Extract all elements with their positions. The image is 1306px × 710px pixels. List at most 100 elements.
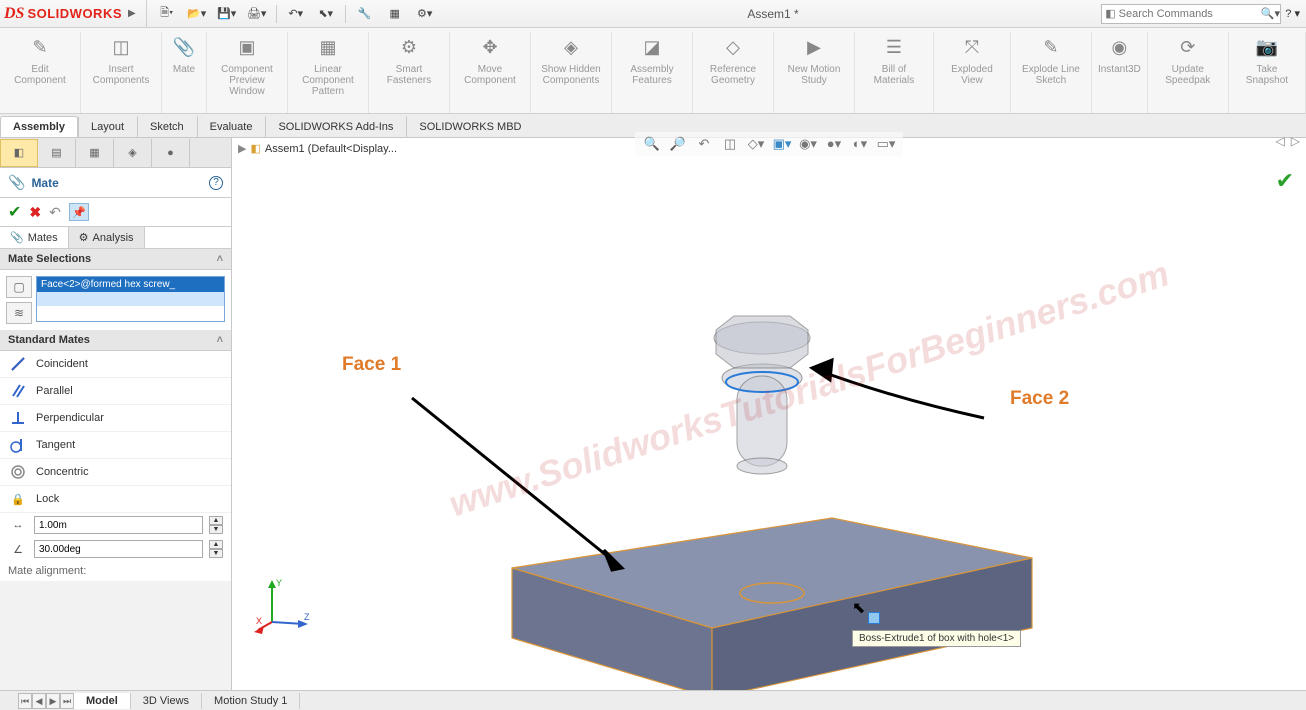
rebuild-button[interactable]: 🔧 [351,3,379,25]
app-name: SOLIDWORKS [27,6,122,21]
selection-list[interactable]: Face<2>@formed hex screw_ [36,276,225,322]
select-button[interactable]: ⬉▾ [312,3,340,25]
ribbon-edit-component[interactable]: ✎Edit Component [0,32,81,113]
bottom-tab-model[interactable]: Model [74,693,131,709]
ds-logo-icon: DS [4,5,24,23]
ribbon-instant3d[interactable]: ◉Instant3D [1092,32,1148,113]
coincident-icon [8,355,28,373]
svg-text:X: X [256,616,262,626]
tab-evaluate[interactable]: Evaluate [197,116,266,137]
mate-coincident[interactable]: Coincident [0,351,231,378]
feature-manager-tab[interactable]: ◧ [0,139,38,167]
cancel-button[interactable]: ✖ [29,204,41,221]
ribbon-new-motion-study[interactable]: ▶New Motion Study [774,32,855,113]
snapshot-icon: 📷 [1251,32,1283,62]
dimxpert-tab[interactable]: ◈ [114,139,152,167]
mate-lock[interactable]: 🔒Lock [0,486,231,513]
mate-concentric[interactable]: Concentric [0,459,231,486]
angle-input[interactable] [34,540,203,558]
ribbon-exploded-view[interactable]: ⤧Exploded View [934,32,1011,113]
ribbon-linear-pattern[interactable]: ▦Linear Component Pattern [288,32,369,113]
options-button[interactable]: ▦ [381,3,409,25]
pin-button[interactable]: 📌 [69,203,89,221]
tab-addins[interactable]: SOLIDWORKS Add-Ins [265,116,406,137]
mate-title: Mate [31,176,203,190]
bottom-tab-motion-study[interactable]: Motion Study 1 [202,693,300,709]
search-commands[interactable]: ◧ 🔍▾ [1101,4,1281,24]
mate-header: 📎 Mate ? [0,168,231,198]
selected-face-item[interactable]: Face<2>@formed hex screw_ [37,277,224,292]
mate-perpendicular[interactable]: Perpendicular [0,405,231,432]
app-logo[interactable]: DS SOLIDWORKS ▶ [0,0,147,27]
ribbon-reference-geometry[interactable]: ◇Reference Geometry [693,32,774,113]
angle-spinner[interactable]: ▲▼ [209,540,223,558]
section-standard-mates[interactable]: Standard Mates˄ [0,330,231,351]
undo-icon[interactable]: ↶ [49,204,61,221]
search-input[interactable] [1119,8,1261,20]
svg-text:Z: Z [304,612,310,622]
distance-input[interactable] [34,516,203,534]
display-manager-tab[interactable]: ● [152,139,190,167]
scene-svg [232,138,1306,690]
ribbon-insert-components[interactable]: ◫Insert Components [81,32,162,113]
section-mate-selections[interactable]: Mate Selections˄ [0,249,231,270]
ribbon-assembly-features[interactable]: ◪Assembly Features [612,32,693,113]
tab-nav-controls[interactable]: ⏮◀▶⏭ [18,693,74,709]
mate-controls: ✔ ✖ ↶ 📌 [0,198,231,227]
selection-placeholder[interactable] [37,292,224,306]
help-button[interactable]: ? ▾ [1285,7,1300,20]
tab-assembly[interactable]: Assembly [0,116,78,137]
mate-icon: 📎 [168,32,200,62]
settings-button[interactable]: ⚙▾ [411,3,439,25]
ribbon-mate[interactable]: 📎Mate [162,32,207,113]
document-title: Assem1 * [445,7,1102,21]
face2-label: Face 2 [1010,388,1069,410]
ribbon-update-speedpak[interactable]: ⟳Update Speedpak [1148,32,1229,113]
sub-tab-analysis[interactable]: ⚙Analysis [69,227,145,248]
undo-button[interactable]: ↶▾ [282,3,310,25]
distance-spinner[interactable]: ▲▼ [209,516,223,534]
search-icon[interactable]: 🔍▾ [1261,7,1281,20]
preview-window-icon: ▣ [231,32,263,62]
graphics-viewport[interactable]: ▶ ◧ Assem1 (Default<Display... 🔍 🔎 ↶ ◫ ◇… [232,138,1306,690]
bottom-tab-3dviews[interactable]: 3D Views [131,693,202,709]
lock-icon: 🔒 [8,490,28,508]
perpendicular-icon [8,409,28,427]
move-component-icon: ✥ [474,32,506,62]
bom-icon: ☰ [878,32,910,62]
ribbon-bom[interactable]: ☰Bill of Materials [855,32,934,113]
view-triad-icon[interactable]: Y X Z [254,574,314,634]
insert-components-icon: ◫ [105,32,137,62]
gear-icon: ⚙ [79,231,89,244]
hover-tooltip: Boss-Extrude1 of box with hole<1> [852,630,1021,647]
configuration-manager-tab[interactable]: ▦ [76,139,114,167]
angle-row: ∠ ▲▼ [0,537,231,561]
entities-icon[interactable]: ▢ [6,276,32,298]
ribbon-explode-line-sketch[interactable]: ✎Explode Line Sketch [1011,32,1092,113]
ribbon-show-hidden[interactable]: ◈Show Hidden Components [531,32,612,113]
tab-mbd[interactable]: SOLIDWORKS MBD [406,116,534,137]
ribbon-move-component[interactable]: ✥Move Component [450,32,531,113]
save-button[interactable]: 💾▾ [213,3,241,25]
ribbon-smart-fasteners[interactable]: ⚙Smart Fasteners [369,32,450,113]
property-manager-tab[interactable]: ▤ [38,139,76,167]
multi-mate-icon[interactable]: ≋ [6,302,32,324]
mate-tangent[interactable]: Tangent [0,432,231,459]
ok-button[interactable]: ✔ [8,202,21,222]
ribbon-take-snapshot[interactable]: 📷Take Snapshot [1229,32,1306,113]
ribbon: ✎Edit Component ◫Insert Components 📎Mate… [0,28,1306,114]
linear-pattern-icon: ▦ [312,32,344,62]
3d-scene[interactable]: www.SolidworksTutorialsForBeginners.com [232,138,1306,690]
ribbon-component-preview[interactable]: ▣Component Preview Window [207,32,288,113]
print-button[interactable]: 🖨▾ [243,3,271,25]
tab-layout[interactable]: Layout [78,116,137,137]
concentric-icon [8,463,28,481]
new-doc-button[interactable]: 🗎▾ [153,3,181,25]
help-icon[interactable]: ? [209,176,223,190]
tab-sketch[interactable]: Sketch [137,116,197,137]
speedpak-icon: ⟳ [1172,32,1204,62]
open-doc-button[interactable]: 📂▾ [183,3,211,25]
sub-tab-mates[interactable]: 📎Mates [0,227,69,248]
mate-parallel[interactable]: Parallel [0,378,231,405]
svg-text:Y: Y [276,578,282,588]
